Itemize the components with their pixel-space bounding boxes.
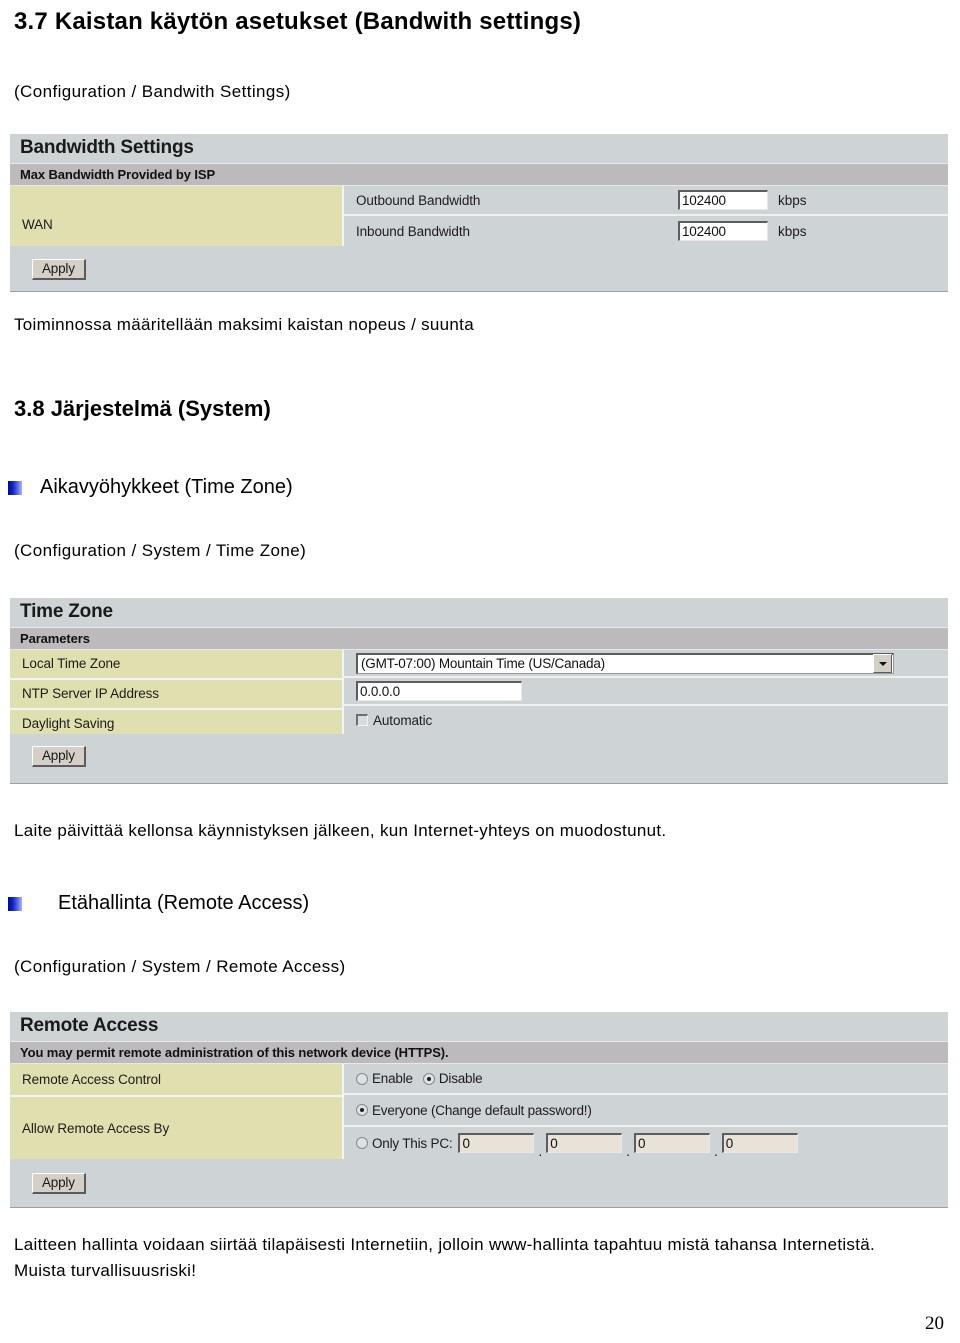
outbound-bandwidth-input[interactable] bbox=[678, 190, 768, 210]
breadcrumb-bandwidth: (Configuration / Bandwith Settings) bbox=[14, 82, 291, 101]
remote-access-disable-label: Disable bbox=[438, 1071, 483, 1086]
time-zone-panel: Time Zone Parameters Local Time Zone NTP… bbox=[10, 598, 948, 784]
outbound-bandwidth-label: Outbound Bandwidth bbox=[356, 192, 481, 208]
remote-access-panel-subhead: You may permit remote administration of … bbox=[10, 1041, 948, 1064]
section-heading-3-7: 3.7 Kaistan käytön asetukset (Bandwith s… bbox=[14, 8, 582, 35]
local-time-zone-label: Local Time Zone bbox=[22, 656, 121, 671]
octet-separator: . bbox=[538, 1144, 543, 1159]
only-pc-octet-2[interactable] bbox=[546, 1133, 623, 1153]
allow-everyone-label: Everyone (Change default password!) bbox=[372, 1102, 592, 1118]
time-zone-field-column: (GMT-07:00) Mountain Time (US/Canada) Au… bbox=[344, 650, 948, 734]
page-number: 20 bbox=[925, 1313, 944, 1334]
bandwidth-apply-area: Apply bbox=[10, 246, 948, 291]
remote-access-control-label: Remote Access Control bbox=[22, 1072, 161, 1087]
remote-access-enable-label: Enable bbox=[372, 1071, 413, 1086]
inbound-bandwidth-label: Inbound Bandwidth bbox=[356, 223, 470, 239]
remote-access-apply-area: Apply bbox=[10, 1159, 948, 1207]
bandwidth-wan-label-cell: WAN bbox=[10, 186, 344, 246]
bandwidth-panel-title: Bandwidth Settings bbox=[10, 134, 948, 163]
bandwidth-panel-subhead: Max Bandwidth Provided by ISP bbox=[10, 163, 948, 186]
note-bandwidth: Toiminnossa määritellään maksimi kaistan… bbox=[14, 315, 474, 334]
section-heading-3-8: 3.8 Järjestelmä (System) bbox=[14, 396, 271, 421]
breadcrumb-time-zone: (Configuration / System / Time Zone) bbox=[14, 541, 307, 560]
inbound-bandwidth-unit: kbps bbox=[778, 223, 807, 239]
remote-access-panel-title: Remote Access bbox=[10, 1012, 948, 1041]
table-row: Everyone (Change default password!) bbox=[344, 1095, 948, 1127]
table-row: Automatic bbox=[344, 706, 948, 734]
bullet-item-remote-access: Etähallinta (Remote Access) bbox=[8, 892, 309, 915]
bullet-square-icon bbox=[8, 480, 22, 495]
table-row: Only This PC: . . . bbox=[344, 1127, 948, 1159]
allow-everyone-radio[interactable] bbox=[356, 1104, 368, 1116]
only-pc-octet-4[interactable] bbox=[721, 1133, 798, 1153]
ntp-server-input[interactable] bbox=[356, 681, 522, 701]
local-time-zone-select[interactable]: (GMT-07:00) Mountain Time (US/Canada) bbox=[356, 652, 894, 674]
bandwidth-rows: WAN Outbound Bandwidth kbps Inbound Band… bbox=[10, 186, 948, 246]
remote-access-rows: Remote Access Control Allow Remote Acces… bbox=[10, 1064, 948, 1159]
remote-access-apply-button[interactable]: Apply bbox=[32, 1172, 86, 1194]
remote-access-panel: Remote Access You may permit remote admi… bbox=[10, 1012, 948, 1208]
only-pc-octet-3[interactable] bbox=[633, 1133, 710, 1153]
octet-separator: . bbox=[626, 1144, 630, 1159]
bullet-square-icon bbox=[8, 896, 22, 911]
table-row: (GMT-07:00) Mountain Time (US/Canada) bbox=[344, 650, 948, 678]
table-row: Outbound Bandwidth kbps bbox=[344, 186, 948, 216]
time-zone-apply-area: Apply bbox=[10, 734, 948, 778]
note-remote-access: Laitteen hallinta voidaan siirtää tilapä… bbox=[14, 1235, 876, 1281]
bandwidth-apply-button[interactable]: Apply bbox=[32, 259, 86, 280]
allow-only-this-pc-label: Only This PC: bbox=[372, 1135, 453, 1151]
bandwidth-field-column: Outbound Bandwidth kbps Inbound Bandwidt… bbox=[344, 186, 948, 246]
remote-access-enable-radio[interactable] bbox=[356, 1072, 368, 1085]
breadcrumb-remote-access: (Configuration / System / Remote Access) bbox=[14, 957, 346, 976]
remote-access-disable-radio[interactable] bbox=[422, 1072, 435, 1085]
remote-access-label-column: Remote Access Control Allow Remote Acces… bbox=[10, 1064, 344, 1159]
bandwidth-wan-label: WAN bbox=[22, 216, 53, 232]
note-time-zone: Laite päivittää kellonsa käynnistyksen j… bbox=[14, 821, 667, 840]
outbound-bandwidth-unit: kbps bbox=[778, 192, 807, 208]
ntp-server-label: NTP Server IP Address bbox=[10, 678, 342, 708]
daylight-saving-automatic-label: Automatic bbox=[373, 712, 433, 728]
octet-separator: . bbox=[713, 1144, 718, 1159]
inbound-bandwidth-input[interactable] bbox=[678, 221, 768, 241]
local-time-zone-value: (GMT-07:00) Mountain Time (US/Canada) bbox=[361, 656, 605, 671]
bullet-item-time-zone: Aikavyöhykkeet (Time Zone) bbox=[8, 476, 293, 499]
chevron-down-icon[interactable] bbox=[873, 654, 892, 673]
time-zone-apply-button[interactable]: Apply bbox=[32, 745, 86, 767]
table-row: Enable Disable bbox=[344, 1064, 948, 1095]
table-row: Inbound Bandwidth kbps bbox=[344, 216, 948, 246]
allow-remote-access-by-label: Allow Remote Access By bbox=[10, 1095, 342, 1161]
bandwidth-settings-panel: Bandwidth Settings Max Bandwidth Provide… bbox=[10, 134, 948, 292]
table-row bbox=[344, 678, 948, 706]
allow-only-this-pc-radio[interactable] bbox=[356, 1137, 368, 1149]
daylight-saving-label: Daylight Saving bbox=[10, 708, 342, 738]
bullet-label-remote-access: Etähallinta (Remote Access) bbox=[58, 892, 310, 914]
time-zone-label-column: Local Time Zone NTP Server IP Address Da… bbox=[10, 650, 344, 734]
daylight-saving-checkbox[interactable] bbox=[356, 714, 368, 726]
time-zone-panel-title: Time Zone bbox=[10, 598, 948, 627]
only-pc-octet-1[interactable] bbox=[458, 1133, 535, 1153]
time-zone-rows: Local Time Zone NTP Server IP Address Da… bbox=[10, 650, 948, 734]
bullet-label-time-zone: Aikavyöhykkeet (Time Zone) bbox=[40, 476, 293, 498]
remote-access-field-column: Enable Disable Everyone (Change default … bbox=[344, 1064, 948, 1159]
time-zone-panel-subhead: Parameters bbox=[10, 627, 948, 650]
